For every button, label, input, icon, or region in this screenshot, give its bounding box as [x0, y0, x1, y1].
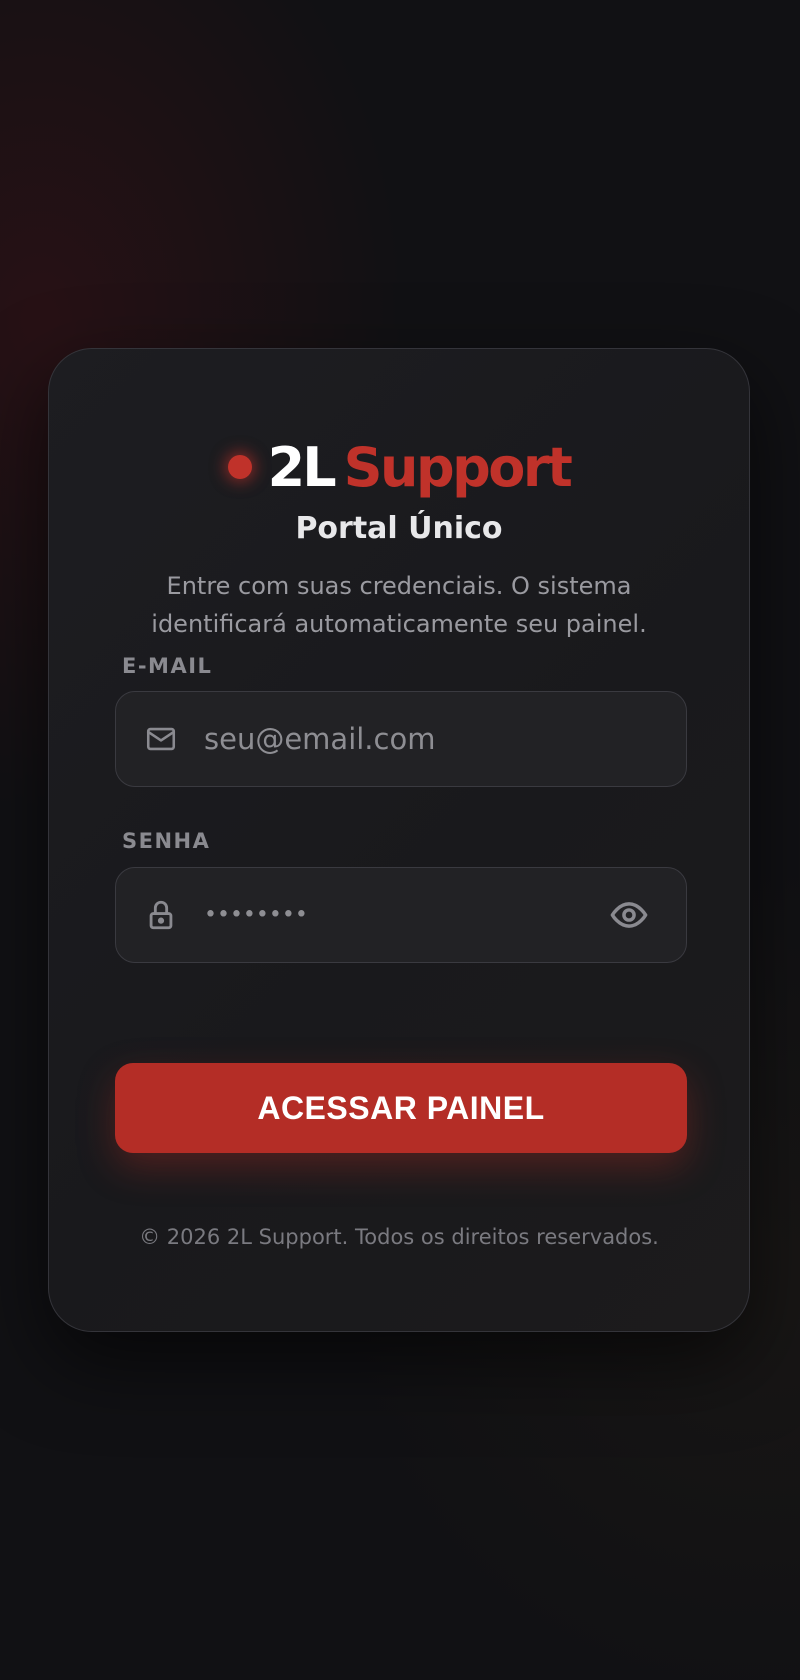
- mail-icon: [146, 727, 176, 751]
- email-label: E-MAIL: [122, 654, 213, 678]
- brand-name-part1: 2L: [267, 435, 337, 499]
- brand-dot-icon: [227, 455, 252, 479]
- brand-name-part2: Support: [343, 435, 573, 499]
- password-field-container[interactable]: ••••••••: [115, 867, 687, 963]
- login-card: 2L Support Portal Único Entre com suas c…: [48, 348, 750, 1332]
- password-label: SENHA: [122, 829, 211, 853]
- email-field-container: [115, 691, 687, 787]
- page-title: Portal Único: [295, 511, 503, 546]
- lock-icon: [149, 900, 173, 930]
- footer-copyright: © 2026 2L Support. Todos os direitos res…: [139, 1225, 659, 1249]
- email-input[interactable]: [204, 692, 590, 786]
- eye-icon[interactable]: [610, 896, 648, 934]
- password-input[interactable]: ••••••••: [204, 903, 308, 928]
- page-subtitle: Entre com suas credenciais. O sistema id…: [151, 572, 647, 638]
- brand-logo: 2L Support: [49, 435, 749, 499]
- submit-button[interactable]: ACESSAR PAINEL: [115, 1063, 687, 1153]
